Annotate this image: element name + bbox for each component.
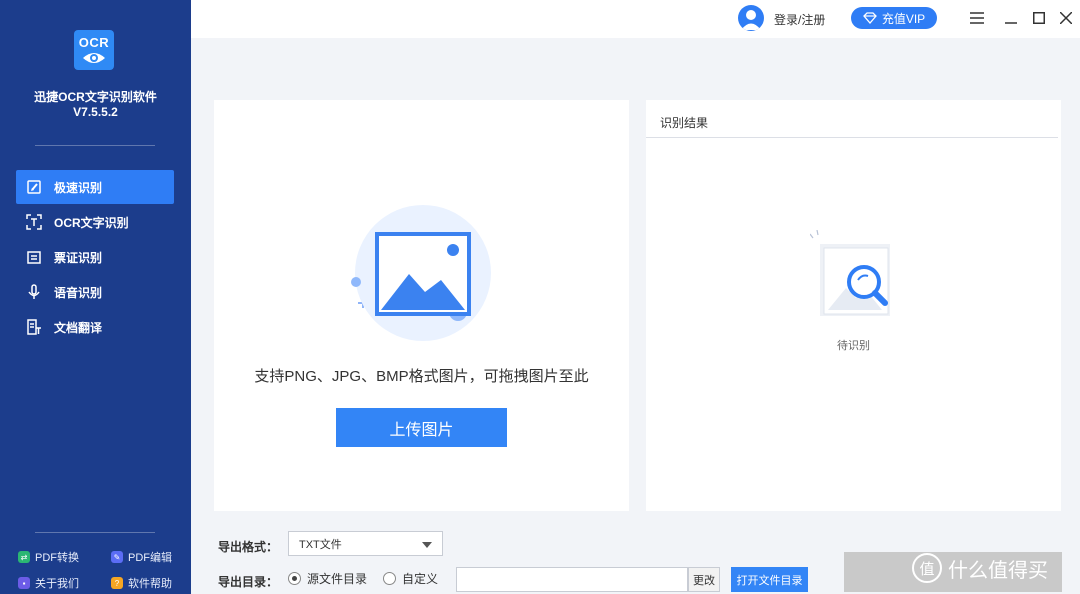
fast-recognize-icon — [26, 179, 42, 195]
sidebar-item-label: 语音识别 — [54, 285, 103, 300]
footer-link-label: 软件帮助 — [128, 578, 172, 590]
image-upload-icon — [351, 205, 491, 341]
radio-custom-dir[interactable]: 自定义 — [383, 570, 438, 587]
upload-image-button[interactable]: 上传图片 — [336, 408, 507, 447]
watermark: 值 什么值得买 — [912, 553, 1048, 583]
radio-unchecked-icon — [383, 572, 396, 585]
app-logo: OCR — [74, 30, 114, 70]
pdf-convert-icon: ⇄ — [18, 551, 30, 563]
result-status: 待识别 — [837, 340, 870, 352]
radio-checked-icon — [288, 572, 301, 585]
microphone-icon — [26, 284, 42, 300]
login-register-link[interactable]: 登录/注册 — [774, 11, 825, 28]
export-format-value: TXT文件 — [299, 538, 342, 551]
eye-icon — [83, 52, 105, 63]
chevron-down-icon — [422, 542, 432, 548]
radio-source-dir[interactable]: 源文件目录 — [288, 570, 367, 587]
ticket-icon — [26, 249, 42, 265]
export-path-input[interactable] — [456, 567, 688, 592]
upload-panel[interactable]: 支持PNG、JPG、BMP格式图片，可拖拽图片至此 上传图片 — [214, 100, 629, 511]
footer-link-label: PDF编辑 — [128, 552, 172, 564]
sidebar-item-label: 极速识别 — [54, 180, 103, 195]
result-divider — [646, 137, 1058, 138]
export-format-select[interactable]: TXT文件 — [288, 531, 443, 556]
app-version: V7.5.5.2 — [73, 105, 118, 119]
sidebar-item-voice[interactable]: 语音识别 — [16, 275, 174, 309]
vip-button[interactable]: 充值VIP — [851, 7, 937, 29]
sidebar-item-label: 票证识别 — [54, 250, 103, 265]
sidebar: OCR 迅捷OCR文字识别软件 V7.5.5.2 极速识别 OCR文字识别 票证… — [0, 0, 191, 594]
sidebar-divider — [35, 532, 155, 533]
change-dir-button[interactable]: 更改 — [688, 567, 720, 592]
pdf-edit-icon: ✎ — [111, 551, 123, 563]
open-dir-button[interactable]: 打开文件目录 — [731, 567, 808, 592]
sidebar-item-translate[interactable]: 文档翻译 — [16, 310, 174, 344]
sidebar-item-label: OCR文字识别 — [54, 215, 129, 230]
minimize-icon[interactable] — [1001, 8, 1021, 28]
logo-text: OCR — [78, 34, 110, 50]
maximize-icon[interactable] — [1029, 8, 1049, 28]
sidebar-divider — [35, 145, 155, 146]
upload-hint: 支持PNG、JPG、BMP格式图片，可拖拽图片至此 — [254, 368, 589, 385]
radio-label: 源文件目录 — [307, 572, 368, 586]
export-dir-label: 导出目录： — [218, 575, 279, 589]
sidebar-nav: 极速识别 OCR文字识别 票证识别 语音识别 文档翻译 — [16, 170, 174, 345]
top-bar: 登录/注册 充值VIP — [191, 0, 1080, 38]
sidebar-item-ocr[interactable]: OCR文字识别 — [16, 205, 174, 239]
about-icon: ▪ — [18, 577, 30, 589]
app-name: 迅捷OCR文字识别软件 — [34, 90, 157, 104]
result-panel: 识别结果 待识别 — [646, 100, 1061, 511]
vip-button-label: 充值VIP — [881, 11, 926, 26]
footer-link-label: 关于我们 — [35, 578, 79, 590]
export-format-label: 导出格式： — [218, 540, 279, 554]
footer-link-label: PDF转换 — [35, 552, 79, 564]
pending-search-icon — [810, 230, 890, 316]
document-translate-icon — [26, 319, 42, 335]
menu-icon[interactable] — [967, 8, 987, 28]
sidebar-footer-links: ⇄ PDF转换 ✎ PDF编辑 ▪ 关于我们 ? 软件帮助 — [18, 549, 188, 591]
radio-label: 自定义 — [402, 572, 439, 586]
result-title: 识别结果 — [660, 116, 709, 130]
close-icon[interactable] — [1056, 8, 1076, 28]
user-avatar-icon[interactable] — [738, 5, 764, 31]
watermark-badge: 值 — [912, 553, 942, 583]
diamond-icon — [862, 12, 877, 24]
pdf-convert-link[interactable]: ⇄ PDF转换 — [18, 549, 111, 565]
sidebar-item-ticket[interactable]: 票证识别 — [16, 240, 174, 274]
pdf-edit-link[interactable]: ✎ PDF编辑 — [111, 549, 188, 565]
sidebar-item-label: 文档翻译 — [54, 320, 103, 335]
sidebar-item-fast-recognize[interactable]: 极速识别 — [16, 170, 174, 204]
about-link[interactable]: ▪ 关于我们 — [18, 575, 111, 591]
help-link[interactable]: ? 软件帮助 — [111, 575, 188, 591]
watermark-text: 什么值得买 — [948, 559, 1048, 582]
scan-frame-icon — [26, 214, 42, 230]
help-icon: ? — [111, 577, 123, 589]
